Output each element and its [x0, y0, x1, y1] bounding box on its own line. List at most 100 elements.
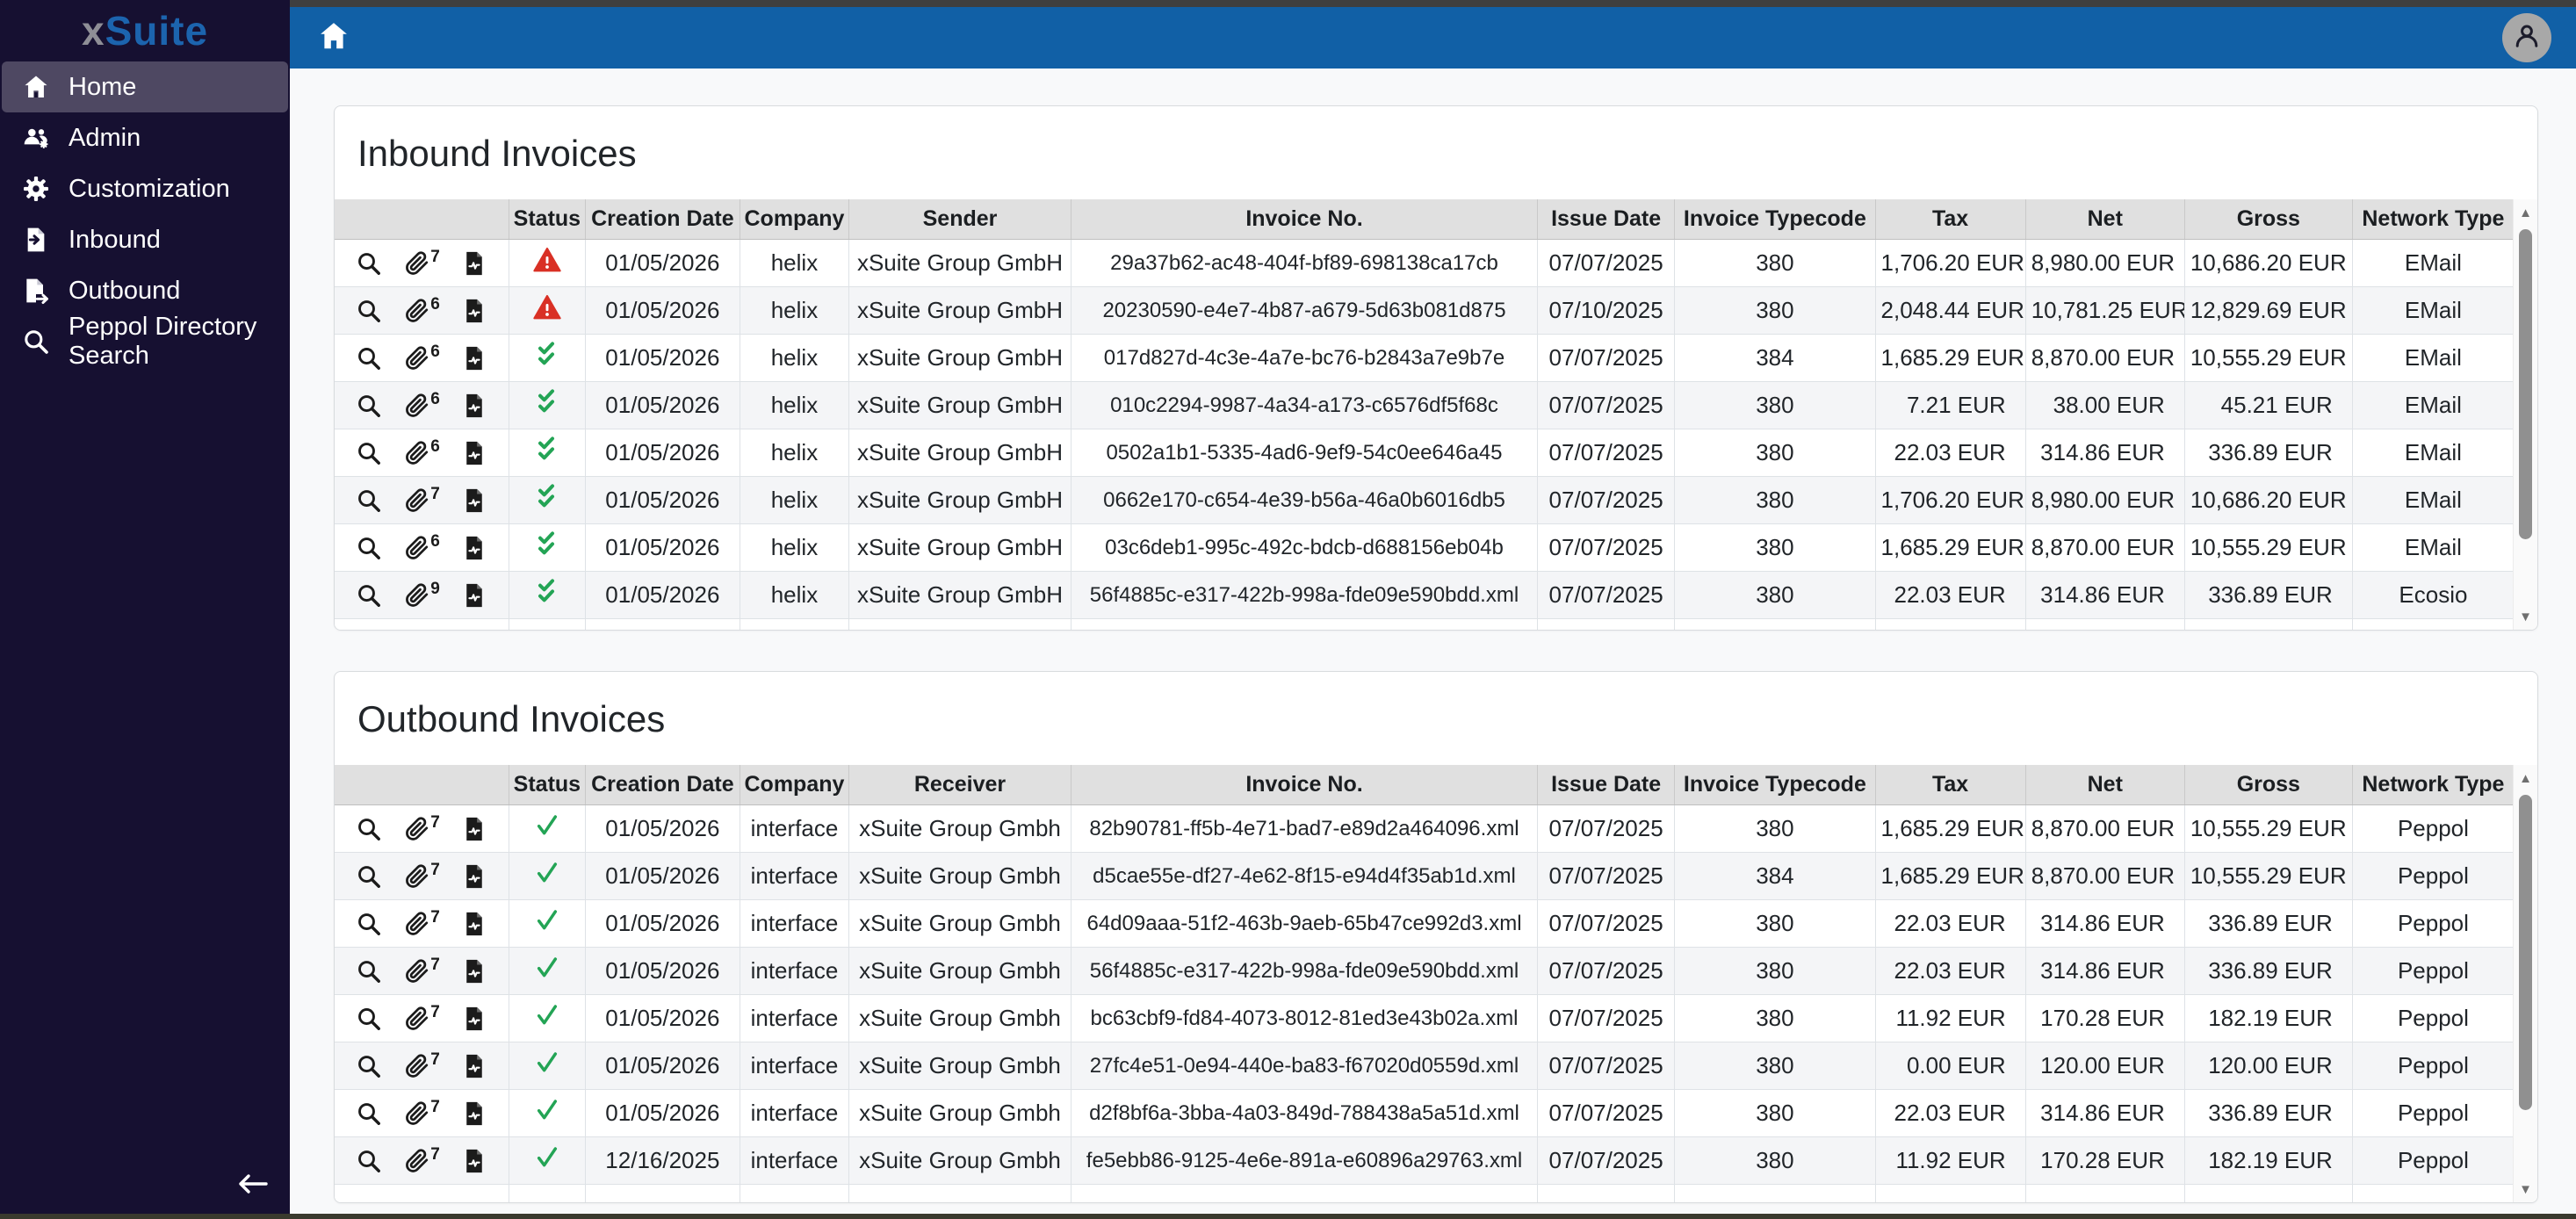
column-header[interactable]: Invoice Typecode — [1674, 765, 1876, 805]
column-header[interactable]: Invoice No. — [1071, 765, 1538, 805]
column-header[interactable]: Network Type — [2352, 765, 2514, 805]
xml-file-icon[interactable] — [461, 1006, 487, 1032]
table-row[interactable]: 7 01/05/2026 interface xSuite Group Gmbh d5c… — [335, 852, 2514, 900]
table-row[interactable]: 7 01/05/2026 helix xSuite Group GmbH 0662e17… — [335, 476, 2514, 524]
attachments-icon[interactable]: 6 — [403, 438, 440, 466]
column-header[interactable]: Net — [2025, 199, 2185, 240]
sidebar-item-home[interactable]: Home — [2, 61, 288, 112]
search-icon[interactable] — [356, 1100, 382, 1127]
column-header[interactable]: Gross — [2184, 199, 2353, 240]
search-icon[interactable] — [356, 1148, 382, 1174]
search-icon[interactable] — [356, 440, 382, 466]
xml-file-icon[interactable] — [461, 816, 487, 842]
search-icon[interactable] — [356, 1053, 382, 1079]
attachments-icon[interactable]: 7 — [403, 814, 440, 842]
search-icon[interactable] — [356, 250, 382, 277]
user-avatar-button[interactable] — [2502, 13, 2551, 62]
xml-file-icon[interactable] — [461, 582, 487, 609]
xml-file-icon[interactable] — [461, 345, 487, 371]
xml-file-icon[interactable] — [461, 393, 487, 419]
xml-file-icon[interactable] — [461, 535, 487, 561]
table-row[interactable]: 6 01/05/2026 helix xSuite Group GmbH 010c229… — [335, 381, 2514, 429]
table-row[interactable]: 7 12/16/2025 interface xSuite Group Gmbh fe5… — [335, 1136, 2514, 1185]
column-header[interactable]: Tax — [1875, 765, 2026, 805]
attachments-icon[interactable]: 7 — [403, 909, 440, 937]
sidebar-item-inbound[interactable]: Inbound — [2, 214, 288, 265]
search-icon[interactable] — [356, 345, 382, 371]
search-icon[interactable] — [356, 298, 382, 324]
table-row[interactable]: 7 01/05/2026 interface xSuite Group Gmbh 27f… — [335, 1042, 2514, 1090]
xml-file-icon[interactable] — [461, 911, 487, 937]
attachments-icon[interactable]: 7 — [403, 956, 440, 985]
attachments-icon[interactable]: 7 — [403, 1051, 440, 1079]
sidebar-item-peppol-directory-search[interactable]: Peppol Directory Search — [2, 313, 288, 370]
xml-file-icon[interactable] — [461, 298, 487, 324]
table-row[interactable]: 7 01/05/2026 helix xSuite Group GmbH 29a37b6… — [335, 239, 2514, 287]
column-header[interactable]: Status — [509, 765, 586, 805]
xml-file-icon[interactable] — [461, 1053, 487, 1079]
column-header[interactable]: Creation Date — [585, 765, 740, 805]
search-icon[interactable] — [356, 582, 382, 609]
attachments-icon[interactable]: 7 — [403, 486, 440, 514]
column-header[interactable]: Invoice Typecode — [1674, 199, 1876, 240]
search-icon[interactable] — [356, 1006, 382, 1032]
column-header[interactable]: Issue Date — [1537, 199, 1676, 240]
column-header[interactable]: Creation Date — [585, 199, 740, 240]
table-row[interactable]: 6 01/05/2026 helix xSuite Group GmbH 017d827… — [335, 334, 2514, 382]
column-header[interactable]: Network Type — [2352, 199, 2514, 240]
xml-file-icon[interactable] — [461, 487, 487, 514]
table-row[interactable]: 9 01/05/2026 helix xSuite Group GmbH 56f4885… — [335, 571, 2514, 619]
attachments-icon[interactable]: 7 — [403, 1004, 440, 1032]
column-header[interactable]: Issue Date — [1537, 765, 1676, 805]
column-header[interactable]: Company — [740, 765, 849, 805]
column-header[interactable]: Net — [2025, 765, 2185, 805]
search-icon[interactable] — [356, 535, 382, 561]
table-row[interactable]: 7 01/05/2026 interface xSuite Group Gmbh 64d… — [335, 899, 2514, 948]
attachments-icon[interactable]: 6 — [403, 533, 440, 561]
column-header[interactable]: Receiver — [848, 765, 1072, 805]
search-icon[interactable] — [356, 958, 382, 985]
xml-file-icon[interactable] — [461, 1148, 487, 1174]
xml-file-icon[interactable] — [461, 440, 487, 466]
xml-file-icon[interactable] — [461, 250, 487, 277]
search-icon[interactable] — [356, 863, 382, 890]
scroll-up-icon[interactable]: ▲ — [2514, 201, 2537, 224]
attachments-icon[interactable]: 7 — [403, 862, 440, 890]
inbound-scrollbar[interactable]: ▲ ▼ — [2513, 199, 2537, 630]
attachments-icon[interactable]: 7 — [403, 1146, 440, 1174]
table-row[interactable]: 6 01/05/2026 helix xSuite Group GmbH 03c6deb… — [335, 523, 2514, 572]
table-row[interactable]: 6 01/05/2026 helix xSuite Group GmbH 0502a1b… — [335, 429, 2514, 477]
scrollbar-thumb[interactable] — [2519, 795, 2532, 1110]
table-row[interactable]: 7 01/05/2026 interface xSuite Group Gmbh 82b… — [335, 804, 2514, 853]
column-header[interactable] — [335, 765, 509, 805]
attachments-icon[interactable]: 7 — [403, 249, 440, 277]
column-header[interactable]: Sender — [848, 199, 1072, 240]
column-header[interactable] — [335, 199, 509, 240]
scrollbar-thumb[interactable] — [2519, 229, 2532, 539]
scroll-down-icon[interactable]: ▼ — [2514, 1178, 2537, 1201]
topbar-home-button[interactable] — [314, 18, 353, 57]
sidebar-item-outbound[interactable]: Outbound — [2, 265, 288, 316]
table-row[interactable]: 7 01/05/2026 interface xSuite Group Gmbh d2f… — [335, 1089, 2514, 1137]
sidebar-item-customization[interactable]: Customization — [2, 163, 288, 214]
table-row[interactable]: 6 01/05/2026 helix xSuite Group GmbH 2023059… — [335, 286, 2514, 335]
table-row[interactable]: 7 01/05/2026 interface xSuite Group Gmbh 56f… — [335, 947, 2514, 995]
search-icon[interactable] — [356, 393, 382, 419]
attachments-icon[interactable]: 7 — [403, 1099, 440, 1127]
sidebar-collapse-button[interactable] — [232, 1168, 272, 1203]
column-header[interactable]: Gross — [2184, 765, 2353, 805]
table-row[interactable]: 7 01/05/2026 interface xSuite Group Gmbh bc6… — [335, 994, 2514, 1042]
column-header[interactable]: Company — [740, 199, 849, 240]
xml-file-icon[interactable] — [461, 958, 487, 985]
attachments-icon[interactable]: 6 — [403, 296, 440, 324]
column-header[interactable]: Invoice No. — [1071, 199, 1538, 240]
scroll-up-icon[interactable]: ▲ — [2514, 767, 2537, 790]
attachments-icon[interactable]: 9 — [403, 581, 440, 609]
attachments-icon[interactable]: 6 — [403, 343, 440, 371]
attachments-icon[interactable]: 6 — [403, 391, 440, 419]
outbound-scrollbar[interactable]: ▲ ▼ — [2513, 765, 2537, 1202]
search-icon[interactable] — [356, 487, 382, 514]
xml-file-icon[interactable] — [461, 1100, 487, 1127]
search-icon[interactable] — [356, 911, 382, 937]
sidebar-item-admin[interactable]: Admin — [2, 112, 288, 163]
